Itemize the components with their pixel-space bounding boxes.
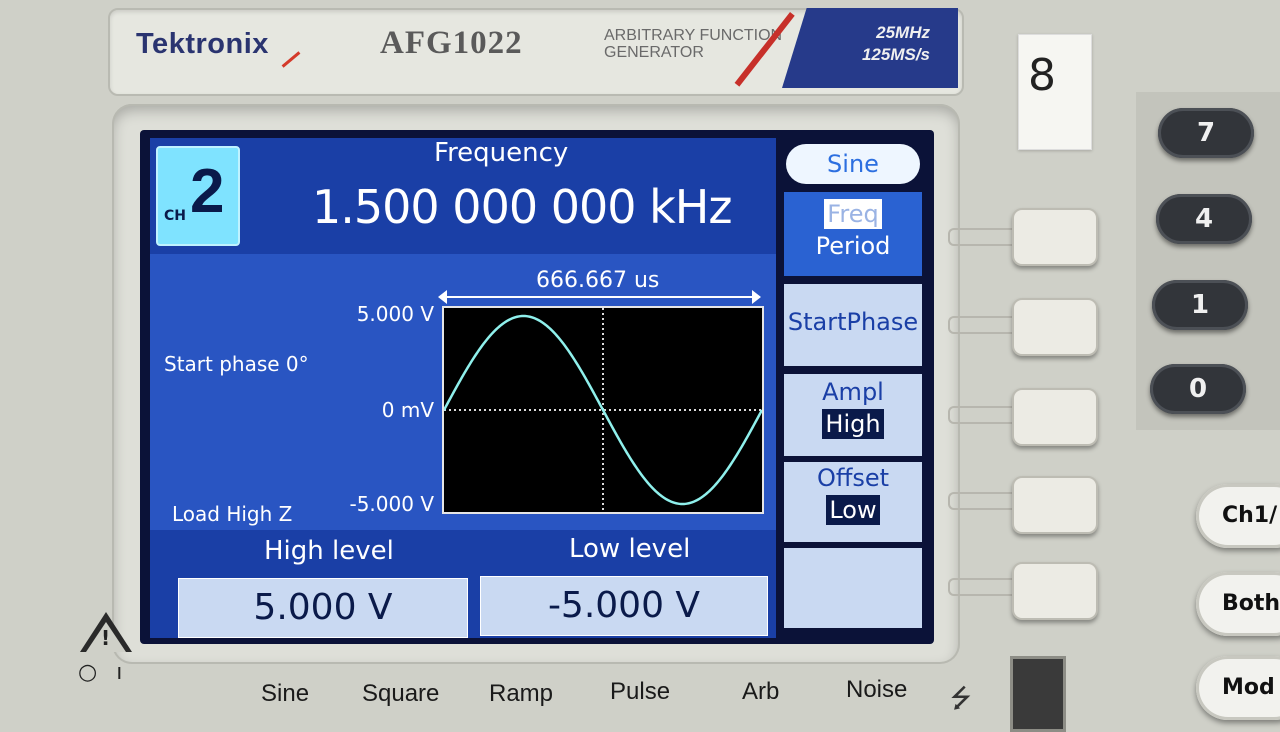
menu-ampl-high[interactable]: Ampl High	[784, 374, 922, 456]
func-label-arb[interactable]: Arb	[742, 678, 779, 706]
period-arrow-right-icon	[752, 290, 761, 304]
period-readout: 666.667 us	[536, 268, 660, 293]
waveform-type-pill: Sine	[786, 144, 920, 184]
start-phase-readout: Start phase 0°	[164, 352, 309, 376]
y-label-mid: 0 mV	[381, 398, 434, 422]
waveform-plot	[442, 306, 764, 514]
load-readout: Load High Z	[172, 502, 293, 526]
waveform-svg	[442, 308, 764, 512]
channel-prefix: CH	[164, 208, 186, 224]
func-label-pulse[interactable]: Pulse	[610, 678, 670, 706]
softkey-lead-4	[948, 492, 1014, 510]
period-arrow-left-icon	[438, 290, 447, 304]
softkey-5-button[interactable]	[1012, 562, 1098, 620]
softkey-1-button[interactable]	[1012, 208, 1098, 266]
spec-bandwidth: 25MHz	[876, 23, 930, 42]
menu-freq-period[interactable]: Freq Period	[784, 192, 922, 276]
both-button[interactable]: Both	[1196, 572, 1280, 636]
high-level-label: High level	[264, 536, 394, 566]
menu-start-phase[interactable]: StartPhase	[784, 284, 922, 366]
menu-period-option: Period	[815, 232, 891, 260]
func-label-noise[interactable]: Noise	[846, 676, 907, 704]
usb-icon: ⭍	[950, 684, 972, 714]
softkey-lead-2	[948, 316, 1014, 334]
subtitle-line-1: ARBITRARY FUNCTION	[604, 27, 783, 44]
warning-exclamation-icon: !	[101, 626, 111, 650]
channel-number: 2	[190, 157, 225, 226]
spec-sample-rate: 125MS/s	[861, 45, 930, 64]
menu-freq-option: Freq	[824, 199, 882, 229]
y-label-top: 5.000 V	[356, 302, 434, 326]
period-marker-line	[440, 296, 760, 298]
menu-start-phase-label: StartPhase	[787, 308, 919, 336]
ch-select-button[interactable]: Ch1/	[1196, 484, 1280, 548]
menu-offset-low[interactable]: Offset Low	[784, 462, 922, 542]
menu-ampl-label: Ampl	[822, 378, 884, 406]
low-level-field[interactable]: -5.000 V	[480, 576, 768, 636]
softkey-4-button[interactable]	[1012, 476, 1098, 534]
softkey-lead-3	[948, 406, 1014, 424]
parameter-value[interactable]: 1.500 000 000 kHz	[312, 180, 733, 234]
low-level-label: Low level	[569, 534, 691, 564]
model-name: AFG1022	[380, 25, 523, 61]
y-label-bottom: -5.000 V	[349, 492, 434, 516]
power-switch-icon[interactable]: ○ ı	[78, 660, 128, 685]
menu-empty-slot[interactable]	[784, 548, 922, 628]
func-label-square[interactable]: Square	[362, 680, 439, 708]
key-1-button[interactable]: 1	[1152, 280, 1248, 330]
softkey-2-button[interactable]	[1012, 298, 1098, 356]
key-4-button[interactable]: 4	[1156, 194, 1252, 244]
high-level-field[interactable]: 5.000 V	[178, 578, 468, 638]
softkey-lead-1	[948, 228, 1014, 246]
func-label-sine[interactable]: Sine	[261, 680, 309, 708]
spec-text: 25MHz 125MS/s	[838, 22, 930, 66]
brand-logo: Tektronix	[136, 28, 269, 60]
key-0-button[interactable]: 0	[1150, 364, 1246, 414]
key-7-button[interactable]: 7	[1158, 108, 1254, 158]
func-label-ramp[interactable]: Ramp	[489, 680, 553, 708]
softkey-lead-5	[948, 578, 1014, 596]
parameter-label: Frequency	[434, 138, 569, 168]
usb-port[interactable]	[1010, 656, 1066, 732]
menu-offset-label: Offset	[816, 464, 890, 492]
menu-low-option: Low	[826, 495, 880, 525]
menu-high-option: High	[822, 409, 884, 439]
sticker-number: 8	[1028, 50, 1056, 101]
mod-button[interactable]: Mod	[1196, 656, 1280, 720]
softkey-3-button[interactable]	[1012, 388, 1098, 446]
